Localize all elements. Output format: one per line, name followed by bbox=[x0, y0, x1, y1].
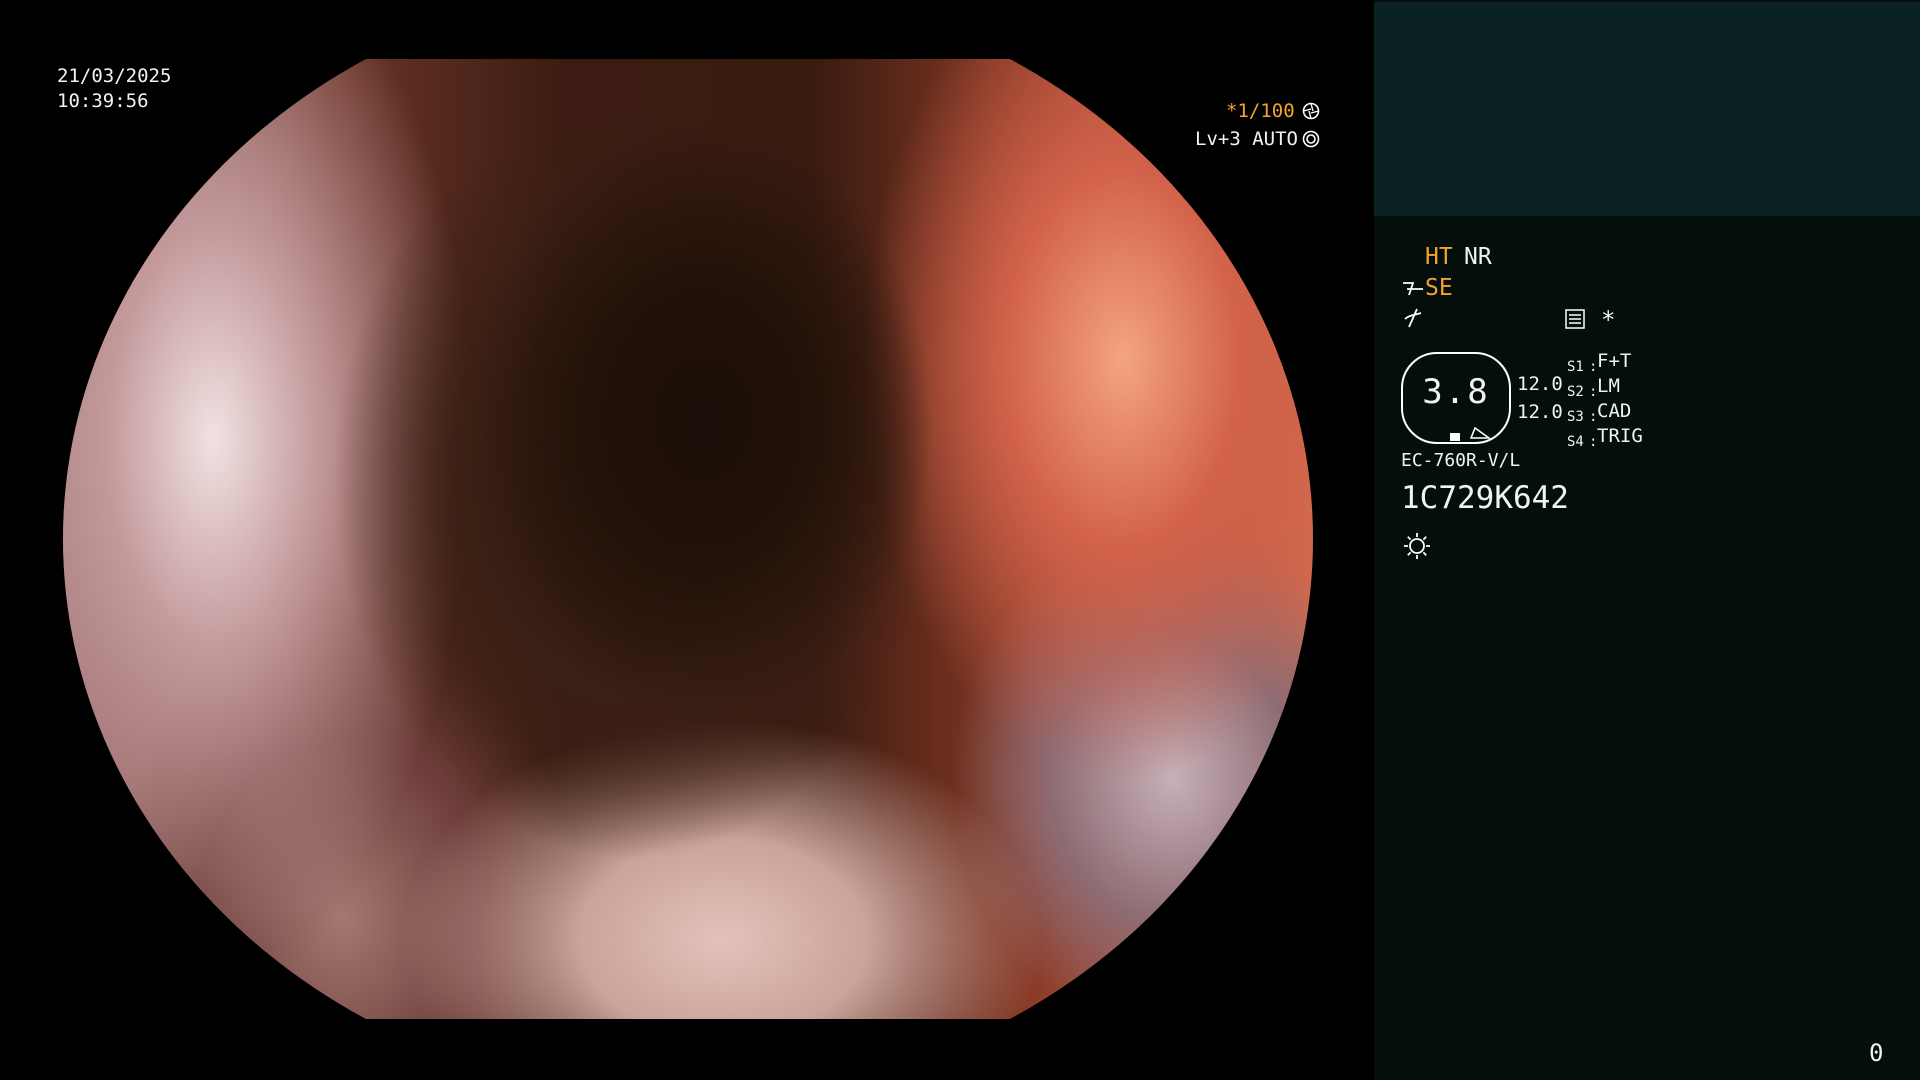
nr-mode-label: NR bbox=[1464, 244, 1492, 270]
gauge-readout-top: 12.0 bbox=[1517, 373, 1563, 395]
side-panel-header bbox=[1374, 2, 1920, 216]
scope-model-label: EC-760R-V/L bbox=[1401, 450, 1521, 471]
switch-value: TRIG bbox=[1597, 425, 1643, 447]
endoscope-video-area bbox=[0, 0, 1374, 1080]
shutter-label: *1/100 bbox=[1226, 100, 1295, 122]
light-icon bbox=[1401, 530, 1433, 566]
gauge-value: 3.8 bbox=[1422, 372, 1490, 412]
ht-mode-label: HT bbox=[1425, 244, 1453, 270]
switch-value: LM bbox=[1597, 375, 1620, 397]
date-label: 21/03/2025 bbox=[57, 65, 172, 87]
scope-serial-label: 1C729K642 bbox=[1401, 480, 1569, 516]
switch-key: S1 bbox=[1567, 359, 1584, 375]
switch-key: S2 bbox=[1567, 384, 1584, 400]
gauge-readout-bottom: 12.0 bbox=[1517, 401, 1563, 423]
auto-level-icon bbox=[1302, 130, 1320, 152]
gauge-marker bbox=[1450, 433, 1460, 441]
switch-key: S4 bbox=[1567, 434, 1584, 450]
iris-icon bbox=[1302, 102, 1320, 124]
menu-list-icon bbox=[1565, 309, 1585, 333]
level-label: Lv+3 AUTO bbox=[1195, 128, 1298, 150]
switch-value: CAD bbox=[1597, 400, 1632, 422]
endoscope-image bbox=[63, 59, 1313, 1019]
switch-value: F+T bbox=[1597, 350, 1632, 372]
enhance-icon bbox=[1403, 307, 1423, 333]
se-mode-label: SE bbox=[1425, 275, 1453, 301]
switch-key: S3 bbox=[1567, 409, 1584, 425]
time-label: 10:39:56 bbox=[57, 90, 149, 112]
frame-counter: 0 bbox=[1869, 1039, 1884, 1067]
gauge-pen-icon bbox=[1469, 420, 1492, 444]
scope-angle-icon bbox=[1401, 279, 1425, 301]
gauge: 3.8 bbox=[1401, 352, 1511, 444]
asterisk-indicator: * bbox=[1601, 306, 1616, 334]
